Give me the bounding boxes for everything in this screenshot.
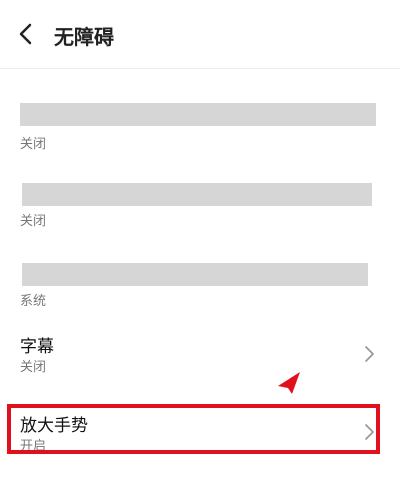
setting-status: 系统 [20, 294, 47, 309]
redacted-title [22, 263, 368, 286]
setting-status: 关闭 [20, 137, 47, 152]
page-title: 无障碍 [54, 25, 114, 49]
setting-title: 字幕 [20, 337, 54, 357]
setting-status: 关闭 [20, 360, 47, 375]
chevron-right-icon [365, 346, 374, 362]
redacted-title [22, 183, 372, 206]
redacted-title [20, 103, 376, 126]
setting-item-3[interactable]: 系统 [0, 263, 400, 313]
header-bar: 无障碍 [0, 0, 400, 69]
setting-item-1[interactable]: 关闭 [0, 100, 400, 152]
setting-status: 关闭 [20, 214, 47, 229]
highlight-box [7, 404, 380, 454]
setting-item-2[interactable]: 关闭 [0, 183, 400, 235]
setting-item-captions[interactable]: 字幕 关闭 [0, 330, 400, 378]
arrow-marker-icon [278, 372, 300, 394]
chevron-left-icon [19, 23, 32, 45]
back-button[interactable] [12, 20, 40, 48]
